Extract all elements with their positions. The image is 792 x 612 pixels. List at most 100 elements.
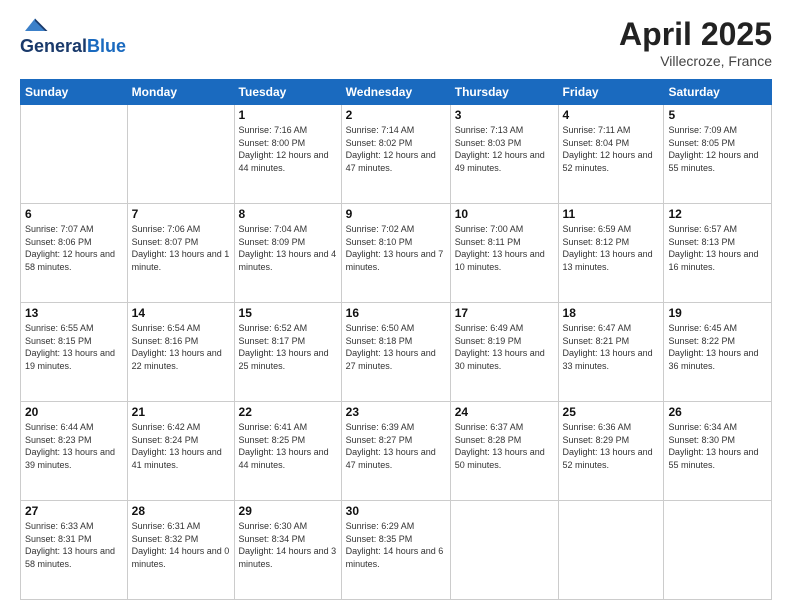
calendar-cell: 8 Sunrise: 7:04 AMSunset: 8:09 PMDaylight…: [234, 204, 341, 303]
day-info: Sunrise: 7:02 AMSunset: 8:10 PMDaylight:…: [346, 223, 446, 273]
day-info: Sunrise: 6:49 AMSunset: 8:19 PMDaylight:…: [455, 322, 554, 372]
day-info: Sunrise: 6:47 AMSunset: 8:21 PMDaylight:…: [563, 322, 660, 372]
day-info: Sunrise: 6:45 AMSunset: 8:22 PMDaylight:…: [668, 322, 767, 372]
calendar-cell: 16 Sunrise: 6:50 AMSunset: 8:18 PMDayligh…: [341, 303, 450, 402]
calendar-cell: 10 Sunrise: 7:00 AMSunset: 8:11 PMDayligh…: [450, 204, 558, 303]
day-number: 25: [563, 405, 660, 419]
day-info: Sunrise: 6:33 AMSunset: 8:31 PMDaylight:…: [25, 520, 123, 570]
day-number: 3: [455, 108, 554, 122]
calendar-cell: 18 Sunrise: 6:47 AMSunset: 8:21 PMDayligh…: [558, 303, 664, 402]
calendar-cell: 20 Sunrise: 6:44 AMSunset: 8:23 PMDayligh…: [21, 402, 128, 501]
calendar-cell: 21Sunrise: 6:42 AMSunset: 8:24 PMDayligh…: [127, 402, 234, 501]
day-number: 16: [346, 306, 446, 320]
weekday-header-cell: Friday: [558, 80, 664, 105]
header: GeneralBlue April 2025 Villecroze, Franc…: [20, 16, 772, 69]
day-info: Sunrise: 6:59 AMSunset: 8:12 PMDaylight:…: [563, 223, 660, 273]
day-number: 24: [455, 405, 554, 419]
calendar-cell: 4Sunrise: 7:11 AMSunset: 8:04 PMDaylight…: [558, 105, 664, 204]
day-number: 14: [132, 306, 230, 320]
day-info: Sunrise: 6:54 AMSunset: 8:16 PMDaylight:…: [132, 322, 230, 372]
day-number: 27: [25, 504, 123, 518]
day-number: 10: [455, 207, 554, 221]
calendar-cell: 23 Sunrise: 6:39 AMSunset: 8:27 PMDayligh…: [341, 402, 450, 501]
calendar-cell: 14 Sunrise: 6:54 AMSunset: 8:16 PMDayligh…: [127, 303, 234, 402]
day-number: 12: [668, 207, 767, 221]
calendar-cell: 25 Sunrise: 6:36 AMSunset: 8:29 PMDayligh…: [558, 402, 664, 501]
weekday-header-cell: Thursday: [450, 80, 558, 105]
day-info: Sunrise: 6:55 AMSunset: 8:15 PMDaylight:…: [25, 322, 123, 372]
day-number: 5: [668, 108, 767, 122]
day-number: 11: [563, 207, 660, 221]
day-number: 6: [25, 207, 123, 221]
day-info: Sunrise: 6:50 AMSunset: 8:18 PMDaylight:…: [346, 322, 446, 372]
calendar-cell: 13 Sunrise: 6:55 AMSunset: 8:15 PMDayligh…: [21, 303, 128, 402]
day-number: 22: [239, 405, 337, 419]
calendar-cell: 5 Sunrise: 7:09 AMSunset: 8:05 PMDaylight…: [664, 105, 772, 204]
day-info: Sunrise: 6:36 AMSunset: 8:29 PMDaylight:…: [563, 421, 660, 471]
day-number: 28: [132, 504, 230, 518]
day-info: Sunrise: 6:39 AMSunset: 8:27 PMDaylight:…: [346, 421, 446, 471]
day-info: Sunrise: 7:09 AMSunset: 8:05 PMDaylight:…: [668, 124, 767, 174]
day-info: Sunrise: 7:11 AMSunset: 8:04 PMDaylight:…: [563, 124, 660, 174]
day-info: Sunrise: 6:44 AMSunset: 8:23 PMDaylight:…: [25, 421, 123, 471]
calendar-page: GeneralBlue April 2025 Villecroze, Franc…: [0, 0, 792, 612]
day-info: Sunrise: 6:29 AMSunset: 8:35 PMDaylight:…: [346, 520, 446, 570]
calendar-cell: 26Sunrise: 6:34 AMSunset: 8:30 PMDayligh…: [664, 402, 772, 501]
day-info: Sunrise: 7:13 AMSunset: 8:03 PMDaylight:…: [455, 124, 554, 174]
calendar-cell: 6 Sunrise: 7:07 AMSunset: 8:06 PMDaylight…: [21, 204, 128, 303]
day-info: Sunrise: 7:14 AMSunset: 8:02 PMDaylight:…: [346, 124, 446, 174]
calendar-week-row: 6 Sunrise: 7:07 AMSunset: 8:06 PMDaylight…: [21, 204, 772, 303]
day-info: Sunrise: 6:37 AMSunset: 8:28 PMDaylight:…: [455, 421, 554, 471]
weekday-header-cell: Saturday: [664, 80, 772, 105]
calendar-cell: [21, 105, 128, 204]
day-info: Sunrise: 6:31 AMSunset: 8:32 PMDaylight:…: [132, 520, 230, 570]
weekday-header-cell: Monday: [127, 80, 234, 105]
calendar-cell: 3 Sunrise: 7:13 AMSunset: 8:03 PMDaylight…: [450, 105, 558, 204]
calendar-body: 1 Sunrise: 7:16 AMSunset: 8:00 PMDaylight…: [21, 105, 772, 600]
day-info: Sunrise: 6:30 AMSunset: 8:34 PMDaylight:…: [239, 520, 337, 570]
day-number: 19: [668, 306, 767, 320]
day-info: Sunrise: 6:42 AMSunset: 8:24 PMDaylight:…: [132, 421, 230, 471]
calendar-cell: 19 Sunrise: 6:45 AMSunset: 8:22 PMDayligh…: [664, 303, 772, 402]
day-number: 7: [132, 207, 230, 221]
title-block: April 2025 Villecroze, France: [619, 16, 772, 69]
calendar-cell: 2Sunrise: 7:14 AMSunset: 8:02 PMDaylight…: [341, 105, 450, 204]
calendar-cell: 9Sunrise: 7:02 AMSunset: 8:10 PMDaylight…: [341, 204, 450, 303]
day-number: 13: [25, 306, 123, 320]
weekday-header-cell: Tuesday: [234, 80, 341, 105]
weekday-header-cell: Wednesday: [341, 80, 450, 105]
calendar-cell: 22 Sunrise: 6:41 AMSunset: 8:25 PMDayligh…: [234, 402, 341, 501]
day-number: 17: [455, 306, 554, 320]
weekday-header: SundayMondayTuesdayWednesdayThursdayFrid…: [21, 80, 772, 105]
day-number: 18: [563, 306, 660, 320]
calendar-cell: 15Sunrise: 6:52 AMSunset: 8:17 PMDayligh…: [234, 303, 341, 402]
logo: GeneralBlue: [20, 16, 126, 57]
calendar-subtitle: Villecroze, France: [619, 53, 772, 69]
calendar-cell: 11 Sunrise: 6:59 AMSunset: 8:12 PMDayligh…: [558, 204, 664, 303]
calendar-week-row: 13 Sunrise: 6:55 AMSunset: 8:15 PMDayligh…: [21, 303, 772, 402]
calendar-cell: 7 Sunrise: 7:06 AMSunset: 8:07 PMDaylight…: [127, 204, 234, 303]
day-info: Sunrise: 7:16 AMSunset: 8:00 PMDaylight:…: [239, 124, 337, 174]
day-number: 15: [239, 306, 337, 320]
day-info: Sunrise: 6:34 AMSunset: 8:30 PMDaylight:…: [668, 421, 767, 471]
day-info: Sunrise: 7:00 AMSunset: 8:11 PMDaylight:…: [455, 223, 554, 273]
day-number: 20: [25, 405, 123, 419]
day-info: Sunrise: 6:41 AMSunset: 8:25 PMDaylight:…: [239, 421, 337, 471]
calendar-cell: [450, 501, 558, 600]
day-info: Sunrise: 7:07 AMSunset: 8:06 PMDaylight:…: [25, 223, 123, 273]
day-number: 30: [346, 504, 446, 518]
calendar-cell: 28 Sunrise: 6:31 AMSunset: 8:32 PMDayligh…: [127, 501, 234, 600]
day-number: 8: [239, 207, 337, 221]
logo-icon: [20, 16, 50, 34]
weekday-header-cell: Sunday: [21, 80, 128, 105]
day-info: Sunrise: 7:06 AMSunset: 8:07 PMDaylight:…: [132, 223, 230, 273]
day-number: 29: [239, 504, 337, 518]
day-info: Sunrise: 6:57 AMSunset: 8:13 PMDaylight:…: [668, 223, 767, 273]
logo-text: GeneralBlue: [20, 36, 126, 57]
calendar-cell: 17 Sunrise: 6:49 AMSunset: 8:19 PMDayligh…: [450, 303, 558, 402]
day-number: 1: [239, 108, 337, 122]
day-info: Sunrise: 7:04 AMSunset: 8:09 PMDaylight:…: [239, 223, 337, 273]
calendar-cell: 27 Sunrise: 6:33 AMSunset: 8:31 PMDayligh…: [21, 501, 128, 600]
calendar-cell: 24 Sunrise: 6:37 AMSunset: 8:28 PMDayligh…: [450, 402, 558, 501]
day-number: 23: [346, 405, 446, 419]
